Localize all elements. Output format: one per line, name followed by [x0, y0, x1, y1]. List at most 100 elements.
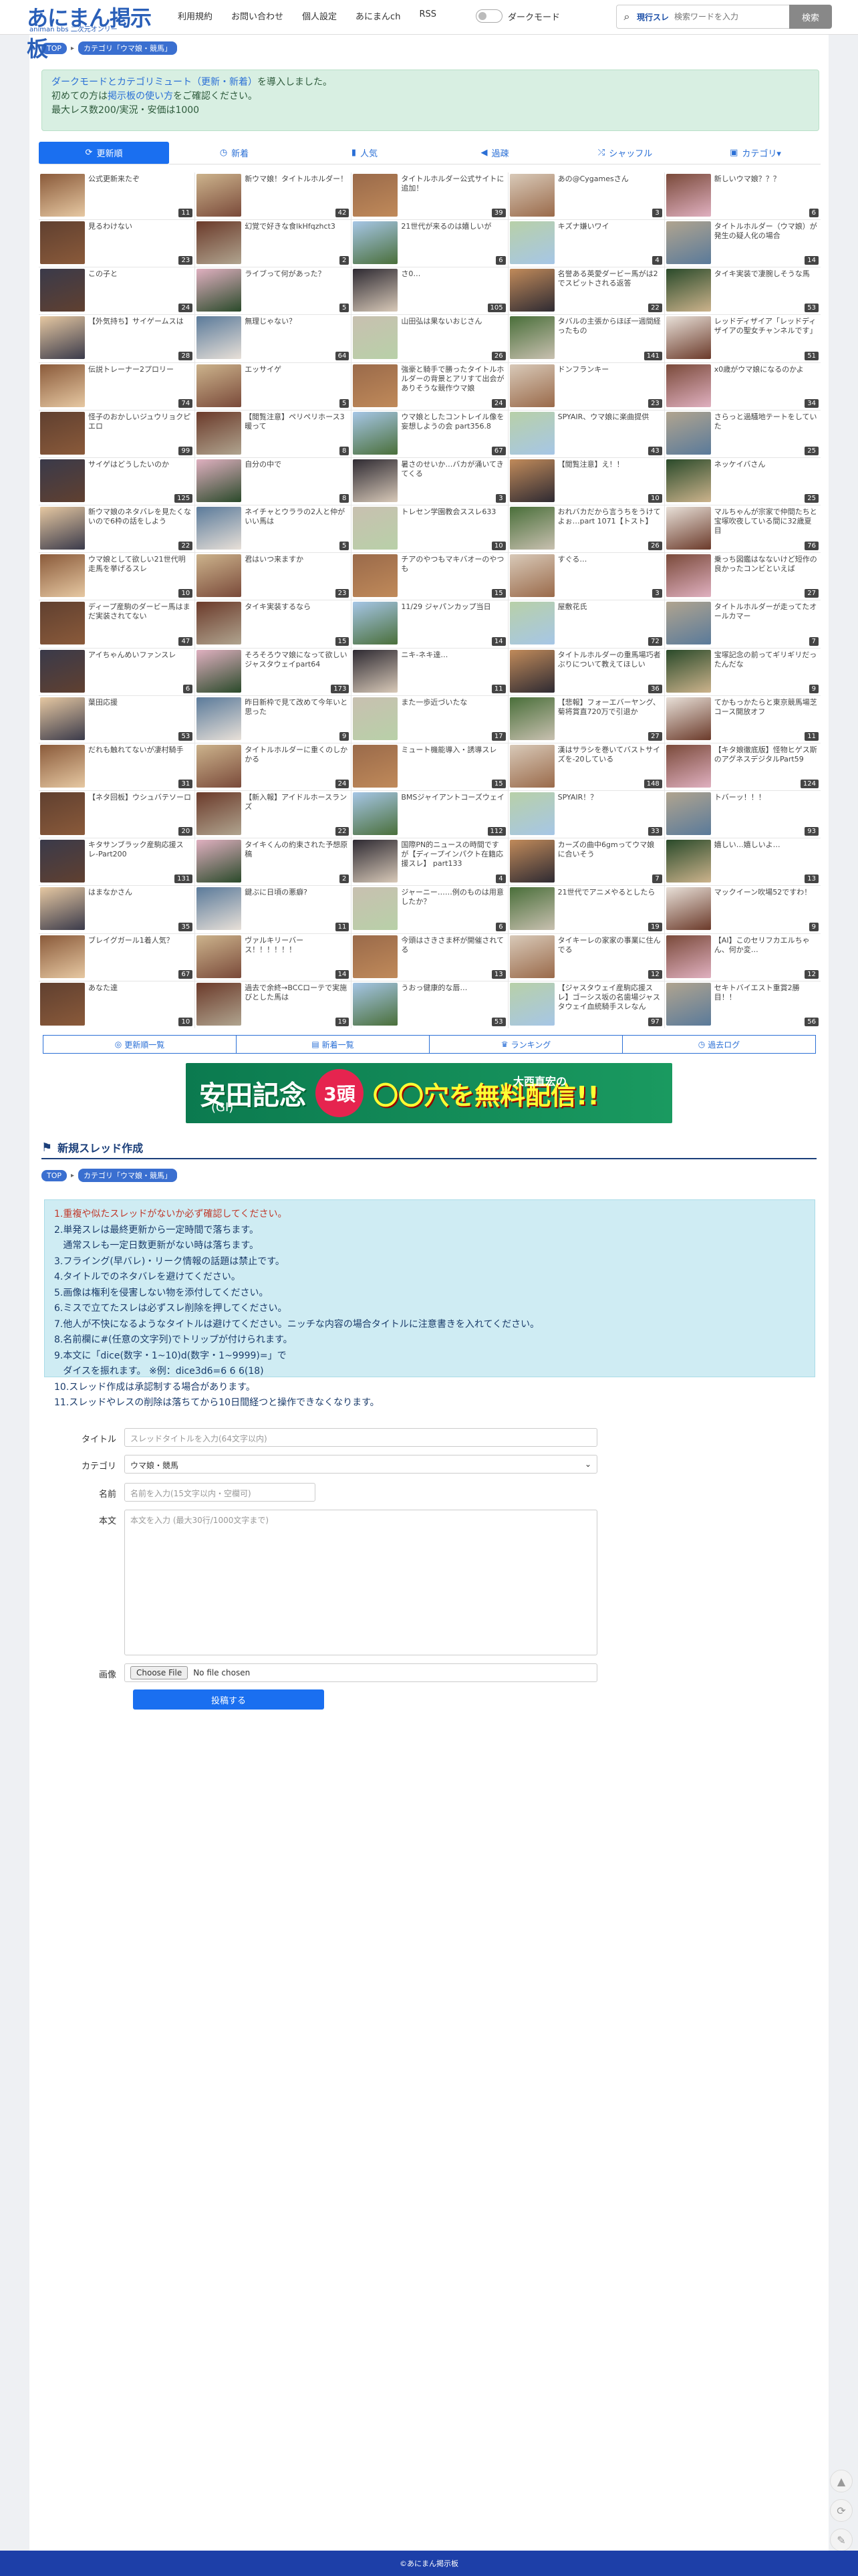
thread-cell[interactable]: 21世代でアニメやるとしたら 19 — [508, 886, 664, 933]
thread-title[interactable]: レッドディザイア「レッドディザイアの聖女チャンネルです」 — [714, 317, 818, 336]
thread-thumbnail[interactable] — [666, 840, 711, 883]
thread-cell[interactable]: ニキ-ネキ達… 11 — [351, 648, 508, 695]
thread-thumbnail[interactable] — [509, 364, 555, 407]
thread-cell[interactable]: 過去で余終→BCCローテで実施びとした馬は 19 — [195, 981, 351, 1028]
thread-thumbnail[interactable] — [40, 269, 85, 312]
thread-cell[interactable]: 漢はサラシを巻いてバストサイズを-20している 148 — [508, 743, 664, 791]
thread-thumbnail[interactable] — [666, 649, 711, 693]
thread-thumbnail[interactable] — [196, 744, 242, 788]
thread-cell[interactable]: ネッケイバさん 25 — [664, 457, 821, 505]
thread-thumbnail[interactable] — [40, 602, 85, 645]
thread-title[interactable]: 見るわけない — [88, 222, 192, 231]
nav-rss[interactable]: RSS — [419, 9, 436, 22]
thread-title[interactable]: 新ウマ娘のネタバレを見たくないので6枠の話をしよう — [88, 507, 192, 526]
thread-thumbnail[interactable] — [353, 269, 398, 312]
thread-title[interactable]: タイキくんの約束された予想原稿 — [245, 840, 348, 859]
thread-cell[interactable]: 君はいつ来ますか 23 — [195, 553, 351, 600]
thread-thumbnail[interactable] — [353, 935, 398, 978]
thread-cell[interactable]: 見るわけない 23 — [39, 220, 195, 267]
breadcrumb-category[interactable]: カテゴリ「ウマ娘・競馬」 — [78, 1169, 178, 1182]
thread-title[interactable]: マルちゃんが宗家で仲間たちと宝塚吹夜している間に32歳夏目 — [714, 507, 818, 536]
thread-title[interactable]: 【新入報】アイドルホースランズ — [245, 793, 348, 812]
thread-title[interactable]: 公式更新来たぞ — [88, 174, 192, 184]
thread-title[interactable]: 山田弘は果ないおじさん — [401, 317, 505, 326]
thread-title[interactable]: さ0… — [401, 269, 505, 279]
thread-thumbnail[interactable] — [666, 316, 711, 360]
thread-thumbnail[interactable] — [353, 697, 398, 740]
thread-thumbnail[interactable] — [666, 602, 711, 645]
image-file-input[interactable]: Choose File No file chosen — [124, 1663, 597, 1682]
submit-button[interactable]: 投稿する — [133, 1689, 324, 1710]
thread-cell[interactable]: さ0… 105 — [351, 267, 508, 315]
thread-title[interactable]: また一歩近づいたな — [401, 698, 505, 707]
thread-thumbnail[interactable] — [40, 459, 85, 502]
thread-cell[interactable]: おれバカだから言うちをうけてよぉ…part 1071【トスト】 26 — [508, 505, 664, 553]
thread-thumbnail[interactable] — [353, 316, 398, 360]
thread-title[interactable]: あの@Cygamesさん — [558, 174, 662, 184]
thread-cell[interactable]: トバーッ！！！ 93 — [664, 791, 821, 838]
thread-thumbnail[interactable] — [353, 744, 398, 788]
thread-cell[interactable]: レッドディザイア「レッドディザイアの聖女チャンネルです」 51 — [664, 315, 821, 362]
thread-cell[interactable]: ジャーニー……例のものは用意したか？ 6 — [351, 886, 508, 933]
thread-thumbnail[interactable] — [353, 221, 398, 265]
thread-thumbnail[interactable] — [196, 459, 242, 502]
thread-title[interactable]: タイトルホルダー公式サイトに追加！ — [401, 174, 505, 193]
thread-thumbnail[interactable] — [40, 982, 85, 1026]
thread-title[interactable]: 自分の中で — [245, 460, 348, 469]
nav-terms[interactable]: 利用規約 — [178, 9, 212, 22]
thread-cell[interactable]: エッサイゲ 5 — [195, 362, 351, 410]
thread-cell[interactable]: 山田弘は果ないおじさん 26 — [351, 315, 508, 362]
thread-thumbnail[interactable] — [509, 792, 555, 836]
thread-title[interactable]: 【外気持ち】サイゲームスは — [88, 317, 192, 326]
thread-title[interactable]: 漢はサラシを巻いてバストサイズを-20している — [558, 745, 662, 764]
thread-cell[interactable]: 新ウマ娘のネタバレを見たくないので6枠の話をしよう 22 — [39, 505, 195, 553]
thread-thumbnail[interactable] — [40, 887, 85, 931]
thread-cell[interactable]: SPYAIR！？ 33 — [508, 791, 664, 838]
thread-title[interactable]: エッサイゲ — [245, 365, 348, 374]
notice-howto-link[interactable]: 掲示板の使い方 — [108, 91, 173, 102]
thread-cell[interactable]: 自分の中で 8 — [195, 457, 351, 505]
thread-title[interactable]: トレセン学園教会ススレ633 — [401, 507, 505, 517]
thread-title[interactable]: タイトルホルダー（ウマ娘）が発生の疑人化の場合 — [714, 222, 818, 241]
thread-cell[interactable]: トレセン学園教会ススレ633 10 — [351, 505, 508, 553]
thread-thumbnail[interactable] — [353, 887, 398, 931]
thread-title[interactable]: さらっと過騒地テートをしていた — [714, 413, 818, 431]
thread-thumbnail[interactable] — [40, 411, 85, 455]
thread-title[interactable]: 【キタ娘徹底版】怪物ヒゲス斯のアグネスデジタルPart59 — [714, 745, 818, 764]
thread-title[interactable]: 嬉しい…嬉しいよ… — [714, 840, 818, 850]
thread-cell[interactable]: マルちゃんが宗家で仲間たちと宝塚吹夜している間に32歳夏目 76 — [664, 505, 821, 553]
thread-title[interactable]: タイトルホルダーに重くのしかかる — [245, 745, 348, 764]
thread-title[interactable]: x0歳がウマ娘になるのかよ — [714, 365, 818, 374]
thread-title[interactable]: ドンフランキー — [558, 365, 662, 374]
thread-thumbnail[interactable] — [666, 982, 711, 1026]
thread-thumbnail[interactable] — [196, 221, 242, 265]
thread-title[interactable]: 暑さのせいか…バカが涌いてきてくる — [401, 460, 505, 479]
thread-cell[interactable]: 昨日新枠で見て改めて今年いと思った 9 — [195, 695, 351, 743]
thread-title[interactable]: てかもっかたらと東京競馬場芝コース開放オフ — [714, 698, 818, 717]
thread-cell[interactable]: ネイチャとウララの2人と仲がいい馬は 5 — [195, 505, 351, 553]
thread-cell[interactable]: ブレイグガール1着人気？ 67 — [39, 933, 195, 981]
thread-cell[interactable]: 宝塚記念の前ってギリギリだったんだな 9 — [664, 648, 821, 695]
thread-thumbnail[interactable] — [353, 411, 398, 455]
category-select[interactable]: ウマ娘・競馬 ⌄ — [124, 1455, 597, 1474]
thread-thumbnail[interactable] — [40, 364, 85, 407]
thread-thumbnail[interactable] — [196, 887, 242, 931]
thread-thumbnail[interactable] — [666, 744, 711, 788]
thread-cell[interactable]: そろそろウマ娘になって欲しいジャスタウェイpart64 173 — [195, 648, 351, 695]
thread-thumbnail[interactable] — [196, 411, 242, 455]
thread-title[interactable]: 国際PN的ニュースの時間ですが【ディープインパクト在籍応援スレ】 part133 — [401, 840, 505, 868]
thread-cell[interactable]: 【外気持ち】サイゲームスは 28 — [39, 315, 195, 362]
thread-thumbnail[interactable] — [196, 840, 242, 883]
thread-thumbnail[interactable] — [666, 507, 711, 550]
thread-thumbnail[interactable] — [40, 840, 85, 883]
body-textarea[interactable]: 本文を入力 (最大30行/1000文字まで) — [124, 1510, 597, 1655]
thread-title[interactable]: ミュート機能導入・誘導スレ — [401, 745, 505, 755]
thread-title[interactable]: 乗っち図鑑はなないけど短作の良かったコンビといえば — [714, 555, 818, 574]
site-logo[interactable]: あにまん掲示板 animan bbs 二次元オンリー — [27, 1, 167, 62]
subnav-updated-list[interactable]: ◎ 更新順一覧 — [43, 1035, 237, 1054]
thread-title[interactable]: そろそろウマ娘になって欲しいジャスタウェイpart64 — [245, 651, 348, 669]
thread-cell[interactable]: うおっ健康的な唇… 53 — [351, 981, 508, 1028]
thread-thumbnail[interactable] — [509, 935, 555, 978]
thread-cell[interactable]: 【閲覧注意】え！！ 10 — [508, 457, 664, 505]
thread-title[interactable]: タバルの主張からほぼ一週間経ったもの — [558, 317, 662, 336]
